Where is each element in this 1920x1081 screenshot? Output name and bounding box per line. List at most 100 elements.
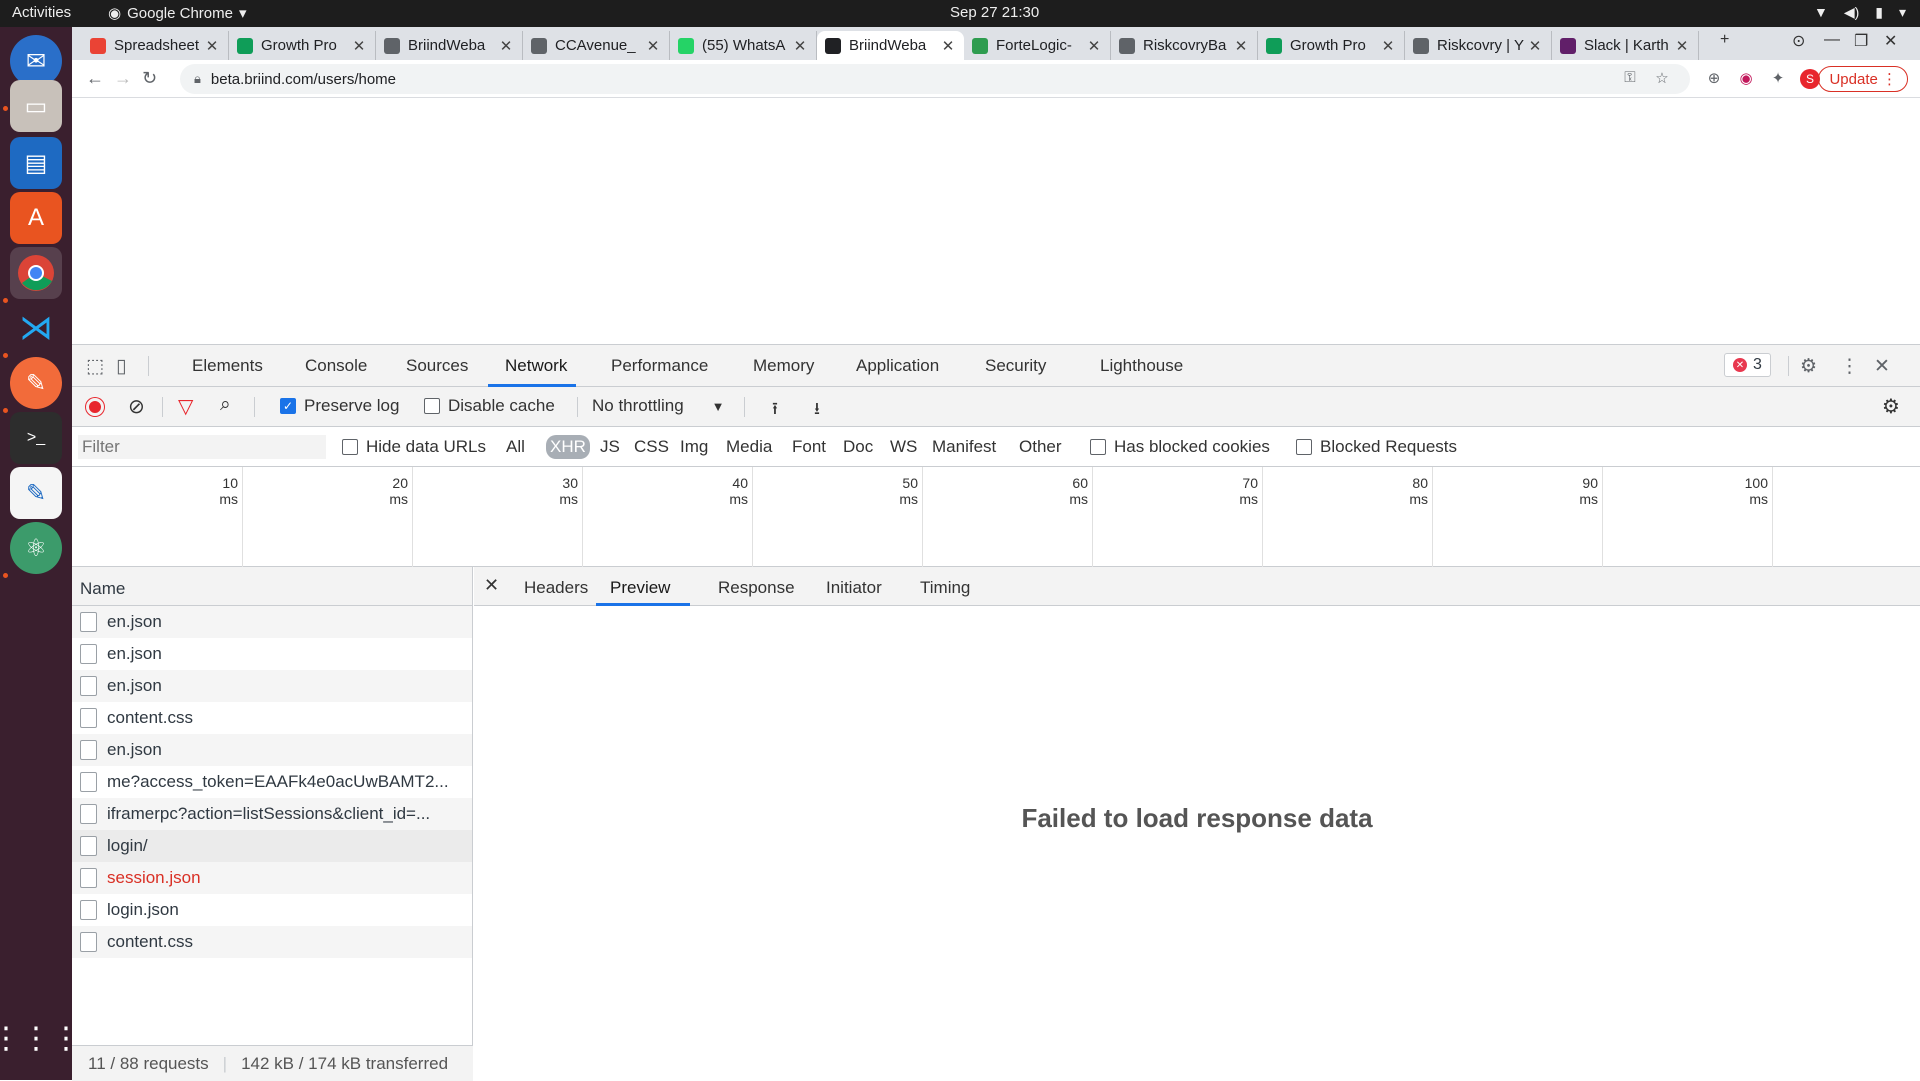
- close-tab-icon[interactable]: ✕: [1674, 37, 1690, 55]
- clock[interactable]: Sep 27 21:30: [950, 4, 1039, 21]
- filter-type-doc[interactable]: Doc: [843, 437, 873, 457]
- tab-headers[interactable]: Headers: [524, 578, 588, 598]
- close-tab-icon[interactable]: ✕: [1527, 37, 1543, 55]
- name-column-header[interactable]: Name: [72, 567, 472, 606]
- request-row[interactable]: login/: [72, 830, 472, 862]
- close-tab-icon[interactable]: ✕: [498, 37, 514, 55]
- tab-performance[interactable]: Performance: [611, 356, 708, 376]
- filter-type-css[interactable]: CSS: [634, 437, 669, 457]
- tab-application[interactable]: Application: [856, 356, 939, 376]
- tab-network[interactable]: Network: [505, 356, 567, 376]
- browser-tab[interactable]: Growth Pro ✕: [1258, 31, 1405, 60]
- request-row[interactable]: session.json: [72, 862, 472, 894]
- close-tab-icon[interactable]: ✕: [940, 37, 956, 55]
- blocked-requests-checkbox[interactable]: Blocked Requests: [1296, 437, 1457, 457]
- filter-type-js[interactable]: JS: [600, 437, 620, 457]
- vscode-icon[interactable]: ⋊: [10, 302, 62, 354]
- text-editor-icon[interactable]: ✎: [10, 467, 62, 519]
- tab-preview[interactable]: Preview: [610, 578, 670, 598]
- writer-icon[interactable]: ▤: [10, 137, 62, 189]
- back-icon[interactable]: ←: [86, 68, 104, 89]
- preserve-log-checkbox[interactable]: ✓ Preserve log: [280, 396, 399, 416]
- close-tab-icon[interactable]: ✕: [1086, 37, 1102, 55]
- close-tab-icon[interactable]: ✕: [1380, 37, 1396, 55]
- browser-tab[interactable]: Riskcovry | Y ✕: [1405, 31, 1552, 60]
- browser-tab[interactable]: Growth Pro ✕: [229, 31, 376, 60]
- export-har-icon[interactable]: ⭳: [814, 396, 820, 425]
- request-row[interactable]: en.json: [72, 734, 472, 766]
- throttling-select[interactable]: No throttling ▼: [592, 396, 725, 416]
- tab-security[interactable]: Security: [985, 356, 1046, 376]
- request-row[interactable]: content.css: [72, 702, 472, 734]
- close-tab-icon[interactable]: ✕: [645, 37, 661, 55]
- filter-input[interactable]: [78, 435, 326, 459]
- filter-type-media[interactable]: Media: [726, 437, 772, 457]
- request-row[interactable]: en.json: [72, 638, 472, 670]
- filter-type-all[interactable]: All: [506, 437, 525, 457]
- close-window-icon[interactable]: ✕: [1884, 31, 1897, 51]
- network-settings-icon[interactable]: ⚙: [1882, 394, 1900, 419]
- postman-icon[interactable]: ✎: [10, 357, 62, 409]
- import-har-icon[interactable]: ⭱: [772, 396, 778, 425]
- tab-memory[interactable]: Memory: [753, 356, 814, 376]
- browser-tab[interactable]: ForteLogic- ✕: [964, 31, 1111, 60]
- inspect-element-icon[interactable]: ⬚: [86, 355, 104, 378]
- filter-type-font[interactable]: Font: [792, 437, 826, 457]
- record-button[interactable]: [86, 398, 104, 416]
- has-blocked-cookies-checkbox[interactable]: Has blocked cookies: [1090, 437, 1270, 457]
- close-detail-icon[interactable]: ✕: [484, 575, 499, 596]
- close-tab-icon[interactable]: ✕: [204, 37, 220, 55]
- hide-data-urls-checkbox[interactable]: Hide data URLs: [342, 437, 486, 457]
- key-icon[interactable]: ⚿: [1620, 69, 1640, 89]
- filter-type-img[interactable]: Img: [680, 437, 708, 457]
- filter-type-xhr[interactable]: XHR: [546, 435, 590, 459]
- profile-avatar[interactable]: S: [1800, 69, 1820, 89]
- tab-lighthouse[interactable]: Lighthouse: [1100, 356, 1183, 376]
- clear-icon[interactable]: ⊘: [128, 394, 145, 419]
- minimize-icon[interactable]: —: [1824, 31, 1840, 49]
- reload-icon[interactable]: ↻: [142, 68, 157, 89]
- address-bar[interactable]: 🔒︎ beta.briind.com/users/home: [180, 64, 1690, 94]
- terminal-icon[interactable]: >_: [10, 412, 62, 464]
- chrome-icon[interactable]: [10, 247, 62, 299]
- close-tab-icon[interactable]: ✕: [351, 37, 367, 55]
- browser-tab[interactable]: Spreadsheet ✕: [82, 31, 229, 60]
- request-row[interactable]: me?access_token=EAAFk4e0acUwBAMT2...: [72, 766, 472, 798]
- atom-icon[interactable]: ⚛: [10, 522, 62, 574]
- system-tray[interactable]: ▼ ◀) ▮ ▾: [1814, 4, 1906, 21]
- tab-elements[interactable]: Elements: [192, 356, 263, 376]
- tab-timing[interactable]: Timing: [920, 578, 970, 598]
- files-icon[interactable]: ▭: [10, 80, 62, 132]
- filter-icon[interactable]: ▽: [178, 394, 193, 419]
- browser-tab[interactable]: BriindWeba ✕: [817, 31, 964, 60]
- tab-console[interactable]: Console: [305, 356, 367, 376]
- filter-type-manifest[interactable]: Manifest: [932, 437, 996, 457]
- close-tab-icon[interactable]: ✕: [792, 37, 808, 55]
- settings-gear-icon[interactable]: ⚙: [1800, 355, 1817, 378]
- restore-icon[interactable]: ❐: [1854, 31, 1868, 51]
- more-options-icon[interactable]: ⋮: [1840, 355, 1859, 378]
- browser-tab[interactable]: RiskcovryBa ✕: [1111, 31, 1258, 60]
- browser-tab[interactable]: Slack | Karth ✕: [1552, 31, 1699, 60]
- filter-type-other[interactable]: Other: [1019, 437, 1062, 457]
- error-count-badge[interactable]: ✕ 3: [1724, 353, 1771, 377]
- browser-tab[interactable]: (55) WhatsA ✕: [670, 31, 817, 60]
- tab-response[interactable]: Response: [718, 578, 795, 598]
- disable-cache-checkbox[interactable]: Disable cache: [424, 396, 555, 416]
- browser-tab[interactable]: BriindWeba ✕: [376, 31, 523, 60]
- close-tab-icon[interactable]: ✕: [1233, 37, 1249, 55]
- tab-initiator[interactable]: Initiator: [826, 578, 882, 598]
- request-row[interactable]: en.json: [72, 606, 472, 638]
- extensions-puzzle-icon[interactable]: ✦: [1768, 69, 1788, 89]
- request-row[interactable]: login.json: [72, 894, 472, 926]
- network-overview-timeline[interactable]: 10 ms 20 ms 30 ms 40 ms 50 ms 60 ms 70 ms 80 ms…: [72, 467, 1920, 567]
- update-button[interactable]: Update ⋮: [1818, 66, 1908, 92]
- device-toolbar-icon[interactable]: ▯: [116, 355, 126, 378]
- close-devtools-icon[interactable]: ✕: [1874, 355, 1890, 378]
- request-row[interactable]: iframerpc?action=listSessions&client_id=…: [72, 798, 472, 830]
- extension-color-icon[interactable]: ◉: [1736, 69, 1756, 89]
- activities-button[interactable]: Activities: [12, 4, 71, 21]
- request-row[interactable]: content.css: [72, 926, 472, 958]
- tab-sources[interactable]: Sources: [406, 356, 468, 376]
- browser-tab[interactable]: CCAvenue_ ✕: [523, 31, 670, 60]
